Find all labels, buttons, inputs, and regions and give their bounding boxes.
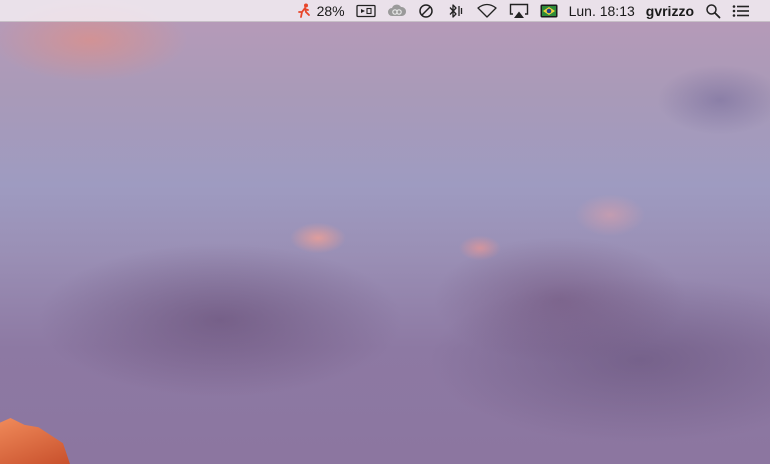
username-menu[interactable]: gvrizzo — [646, 0, 694, 22]
clock[interactable]: Lun. 18:13 — [569, 0, 635, 22]
creative-cloud-icon[interactable] — [387, 0, 407, 22]
running-figure-icon[interactable] — [296, 0, 312, 22]
camera-icon[interactable] — [355, 0, 376, 22]
menu-bar: 28% Lun. 18:13 gvrizzo — [0, 0, 770, 22]
wifi-icon[interactable] — [476, 0, 498, 22]
bluetooth-icon[interactable] — [445, 0, 465, 22]
battery-percent[interactable]: 28% — [317, 0, 345, 22]
desktop-wallpaper — [0, 0, 770, 464]
do-not-disturb-icon[interactable] — [418, 0, 434, 22]
airplay-icon[interactable] — [509, 0, 529, 22]
brazil-flag-icon[interactable] — [540, 0, 558, 22]
notification-center-icon[interactable] — [732, 0, 750, 22]
spotlight-search-icon[interactable] — [705, 0, 721, 22]
